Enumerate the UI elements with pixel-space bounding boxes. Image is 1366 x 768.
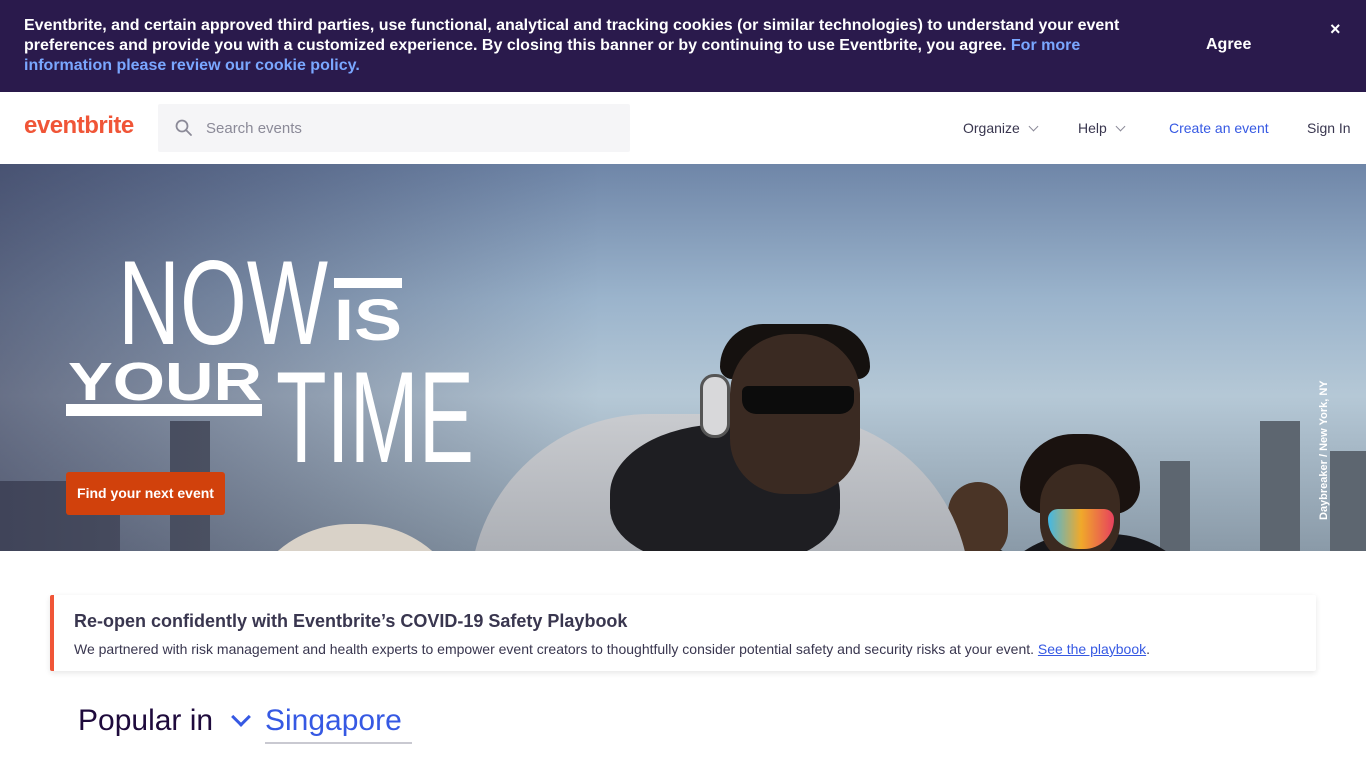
chevron-down-icon	[1115, 121, 1126, 132]
city-building	[1160, 461, 1190, 551]
cookie-banner: Eventbrite, and certain approved third p…	[0, 0, 1366, 92]
cookie-message: Eventbrite, and certain approved third p…	[24, 16, 1164, 76]
covid-banner-end: .	[1146, 641, 1151, 657]
organize-label: Organize	[963, 120, 1020, 136]
help-label: Help	[1078, 120, 1107, 136]
hero-banner: NOW IS YOUR TIME Find your next event Da…	[0, 164, 1366, 551]
search-input[interactable]	[206, 116, 606, 140]
search-icon	[175, 119, 192, 136]
chevron-down-icon	[1028, 121, 1039, 132]
hero-photo-person	[730, 334, 860, 494]
sign-in-link[interactable]: Sign In	[1307, 120, 1351, 136]
agree-button[interactable]: Agree	[1206, 36, 1251, 54]
location-underline	[265, 742, 412, 744]
site-header: eventbrite Organize Help Create an event…	[0, 92, 1366, 164]
find-next-event-button[interactable]: Find your next event	[66, 472, 225, 515]
help-menu[interactable]: Help	[1078, 120, 1126, 136]
cookie-text: Eventbrite, and certain approved third p…	[24, 17, 1120, 54]
organize-menu[interactable]: Organize	[963, 120, 1039, 136]
search-bar[interactable]	[158, 104, 630, 152]
wordmark-your: YOUR	[68, 352, 262, 412]
covid-playbook-banner: Re-open confidently with Eventbrite’s CO…	[50, 595, 1316, 671]
covid-banner-text: We partnered with risk management and he…	[74, 641, 1038, 657]
popular-in-heading: Popular in	[78, 704, 214, 737]
now-is-your-time-wordmark: NOW IS YOUR TIME	[66, 236, 474, 472]
hero-photo-detail	[742, 386, 854, 414]
see-playbook-link[interactable]: See the playbook	[1038, 641, 1146, 657]
city-building	[1260, 421, 1300, 551]
close-icon[interactable]: ×	[1330, 19, 1341, 40]
eventbrite-logo[interactable]: eventbrite	[24, 112, 134, 140]
hero-photo-detail	[700, 374, 730, 438]
chevron-down-icon[interactable]	[231, 707, 251, 727]
create-event-link[interactable]: Create an event	[1169, 120, 1269, 136]
wordmark-time: TIME	[276, 344, 474, 472]
covid-banner-title: Re-open confidently with Eventbrite’s CO…	[74, 611, 628, 631]
covid-banner-body: We partnered with risk management and he…	[74, 641, 1150, 657]
city-building	[1330, 451, 1366, 551]
photo-credit: Daybreaker / New York, NY	[1318, 380, 1330, 520]
location-selector[interactable]: Singapore	[265, 704, 402, 738]
